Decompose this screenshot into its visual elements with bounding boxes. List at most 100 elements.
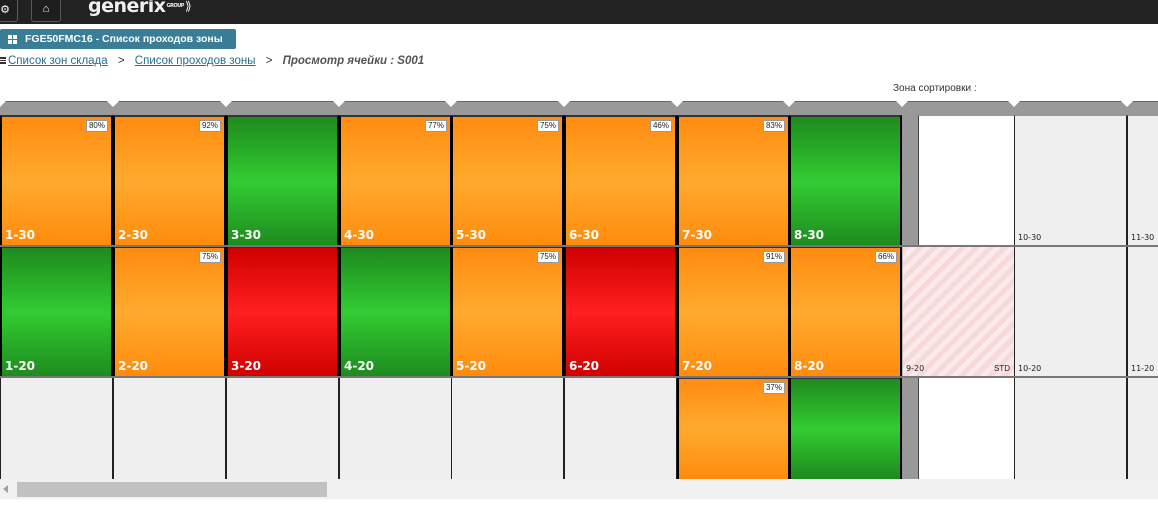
level-separator: [0, 376, 1158, 378]
rack-cell[interactable]: 6-30 46%: [564, 115, 677, 246]
generix-logo[interactable]: generixGROUP⟫: [88, 0, 192, 17]
logo-chevron: ⟫: [184, 0, 192, 13]
rack-roof-notch: [220, 101, 232, 107]
rack-cell[interactable]: [1127, 377, 1158, 479]
cell-label: 3-30: [231, 228, 262, 242]
rack-cell[interactable]: 11-20: [1127, 246, 1158, 377]
rack-cell[interactable]: [226, 377, 339, 479]
cell-label: 6-20: [569, 359, 600, 373]
rack-cell[interactable]: 3-30: [226, 115, 339, 246]
rack-roof-notch: [1121, 101, 1133, 107]
cell-label: 5-30: [456, 228, 487, 242]
cell-label: 7-30: [682, 228, 713, 242]
tab-label: FGE50FMC16 - Список проходов зоны: [25, 33, 223, 45]
rack-cell[interactable]: [918, 115, 1015, 246]
rack-cell[interactable]: 8-20 66%: [789, 246, 902, 377]
rack-cell[interactable]: 10-30: [1014, 115, 1127, 246]
fill-percent-badge: 75%: [536, 251, 559, 263]
rack-cell[interactable]: 4-20: [339, 246, 452, 377]
rack-roof: [564, 101, 677, 115]
rack-cell[interactable]: 9-20 STD: [902, 246, 1015, 377]
home-button[interactable]: ⌂: [31, 0, 61, 22]
rack-cell[interactable]: 10-20: [1014, 246, 1127, 377]
gear-icon: ⚙: [0, 3, 10, 16]
cell-label: 1-30: [5, 228, 36, 242]
rack-roof: [113, 101, 226, 115]
fill-percent-badge: 66%: [874, 251, 897, 263]
rack-cell[interactable]: 11-30: [1127, 115, 1158, 246]
cell-label: 4-20: [344, 359, 375, 373]
rack-cell[interactable]: 5-30 75%: [451, 115, 564, 246]
rack-pillar: [902, 115, 918, 246]
fill-percent-badge: 37%: [762, 382, 785, 394]
cell-label: 2-30: [118, 228, 149, 242]
breadcrumb-aisle-list-link[interactable]: Список проходов зоны: [135, 55, 256, 67]
rack-roof: [902, 101, 1015, 115]
rack-pillar: [902, 377, 918, 479]
level-separator: [0, 245, 1158, 247]
rack-cell[interactable]: [918, 377, 1015, 479]
rack-roof-notch: [1008, 101, 1020, 107]
rack-cell[interactable]: 4-30 77%: [339, 115, 452, 246]
cell-label: 9-20: [906, 364, 925, 373]
scrollbar-thumb[interactable]: [17, 482, 327, 497]
fill-percent-badge: 77%: [424, 120, 447, 132]
rack-view: 1-30 80% 2-30 92% 3-30 4-30 77% 5-30 75% 6-30 46% 7…: [0, 101, 1158, 479]
rack-roof: [451, 101, 564, 115]
fill-percent-badge: 46%: [649, 120, 672, 132]
settings-button[interactable]: ⚙: [0, 0, 18, 22]
rack-roof: [0, 101, 113, 115]
rack-roof: [226, 101, 339, 115]
breadcrumb-separator: >: [265, 55, 273, 67]
rack-cell[interactable]: 2-20 75%: [113, 246, 226, 377]
cell-label: 10-30: [1018, 233, 1042, 242]
rack-roof-notch: [333, 101, 345, 107]
list-icon: [0, 57, 6, 64]
rack-cell[interactable]: 1-20: [0, 246, 113, 377]
rack-cell[interactable]: [451, 377, 564, 479]
fill-percent-badge: 91%: [762, 251, 785, 263]
scroll-left-icon[interactable]: [3, 485, 8, 493]
rack-roof: [339, 101, 452, 115]
rack-roof-notch: [558, 101, 570, 107]
cell-label: 2-20: [118, 359, 149, 373]
rack-cell[interactable]: 2-30 92%: [113, 115, 226, 246]
rack-roof-notch: [896, 101, 908, 107]
rack-cell[interactable]: [0, 377, 113, 479]
horizontal-scrollbar[interactable]: [0, 479, 1158, 499]
rack-roof: [789, 101, 902, 115]
rack-cell[interactable]: 5-20 75%: [451, 246, 564, 377]
rack-cell[interactable]: [564, 377, 677, 479]
breadcrumb: Список зон склада > Список проходов зоны…: [0, 55, 424, 67]
logo-text: generix: [88, 0, 166, 17]
rack-cell[interactable]: [1014, 377, 1127, 479]
rack-cell[interactable]: [113, 377, 226, 479]
logo-group: GROUP: [166, 3, 185, 9]
rack-roof: [1014, 101, 1127, 115]
sorting-zone-label: Зона сортировки :: [893, 83, 977, 94]
aisle-list-tab[interactable]: FGE50FMC16 - Список проходов зоны: [0, 29, 236, 49]
rack-cell[interactable]: [339, 377, 452, 479]
cell-label: 11-30: [1131, 233, 1155, 242]
breadcrumb-current: Просмотр ячейки : S001: [282, 55, 425, 67]
cell-label: 3-20: [231, 359, 262, 373]
rack-cell[interactable]: 1-30 80%: [0, 115, 113, 246]
home-icon: ⌂: [42, 3, 50, 15]
rack-cell[interactable]: 8-30: [789, 115, 902, 246]
rack-cell[interactable]: 6-20: [564, 246, 677, 377]
cell-label: 10-20: [1018, 364, 1042, 373]
cell-label: 11-20: [1131, 364, 1155, 373]
top-bar: ⚙ ⌂ generixGROUP⟫: [0, 0, 1158, 24]
breadcrumb-zone-list-link[interactable]: Список зон склада: [8, 55, 108, 67]
rack-roof-notch: [445, 101, 457, 107]
rack-cell[interactable]: 37%: [677, 377, 790, 479]
breadcrumb-separator: >: [117, 55, 125, 67]
rack-cell[interactable]: 7-30 83%: [677, 115, 790, 246]
fill-percent-badge: 92%: [198, 120, 221, 132]
rack-cell[interactable]: [789, 377, 902, 479]
fill-percent-badge: 75%: [198, 251, 221, 263]
rack-cell[interactable]: 7-20 91%: [677, 246, 790, 377]
cell-label: 4-30: [344, 228, 375, 242]
rack-cell[interactable]: 3-20: [226, 246, 339, 377]
cell-label: 6-30: [569, 228, 600, 242]
